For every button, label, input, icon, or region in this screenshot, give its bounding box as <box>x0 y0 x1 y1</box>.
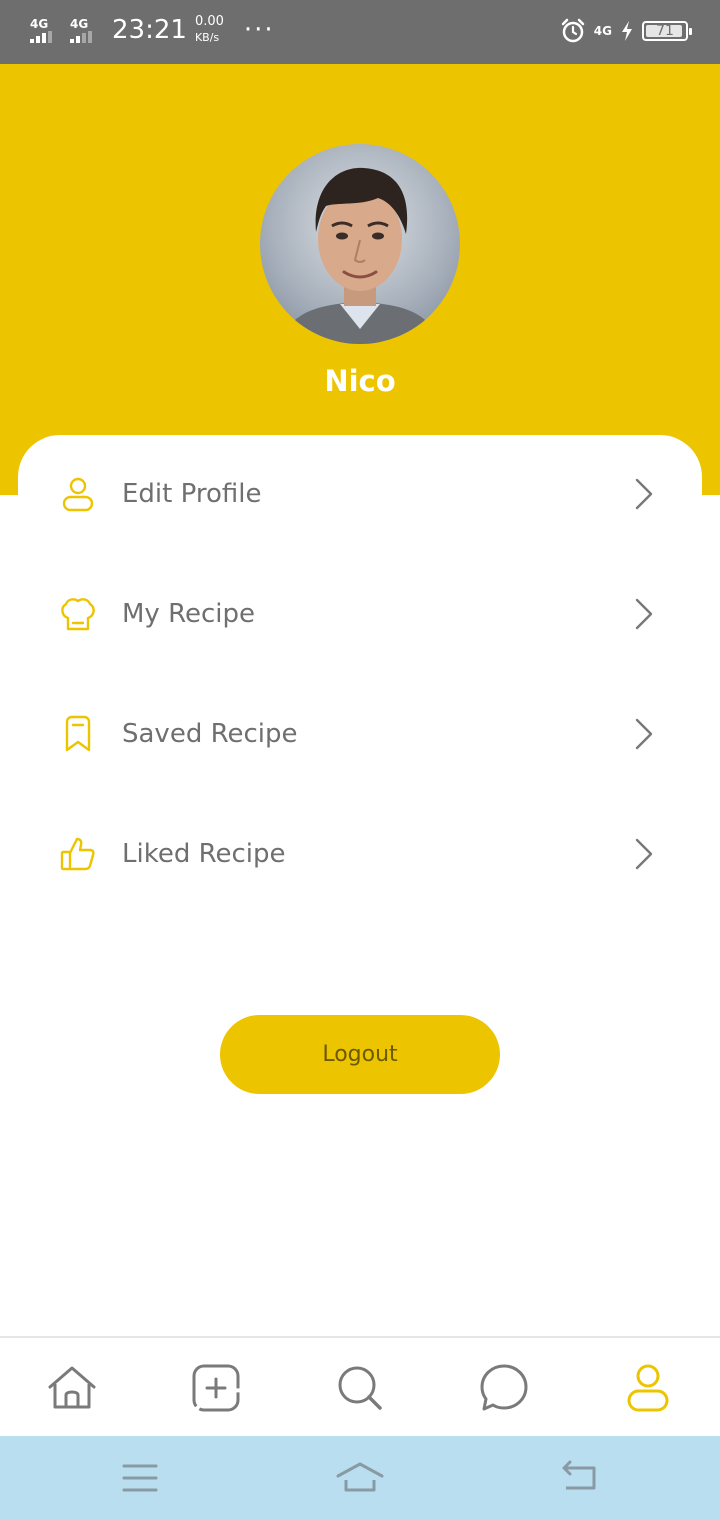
add-icon[interactable] <box>188 1360 244 1416</box>
signal-bars-icon <box>70 30 92 43</box>
menu-item-my-recipe[interactable]: My Recipe <box>18 569 702 659</box>
profile-icon[interactable] <box>620 1360 676 1416</box>
chat-icon[interactable] <box>476 1360 532 1416</box>
home-button-icon[interactable] <box>336 1456 384 1500</box>
bookmark-icon <box>65 715 91 752</box>
user-name: Nico <box>324 364 396 398</box>
profile-menu-card: Edit Profile My Recipe Saved Recipe Like… <box>18 435 702 1335</box>
menu-item-label: Saved Recipe <box>122 719 298 749</box>
menu-item-liked-recipe[interactable]: Liked Recipe <box>18 809 702 899</box>
signal-sim2: 4G <box>70 18 102 43</box>
speed-unit: KB/s <box>194 31 220 44</box>
signal-sim1: 4G <box>30 18 62 43</box>
menu-item-saved-recipe[interactable]: Saved Recipe <box>18 689 702 779</box>
battery-level: 71 <box>656 23 674 39</box>
status-bar: 4G 4G 23:21 0.00 KB/s ··· 4G 71 <box>0 0 720 64</box>
thumbs-up-icon <box>60 837 95 871</box>
sim2-network-label: 4G <box>70 16 89 31</box>
charging-icon <box>622 21 632 41</box>
bottom-navigation <box>0 1336 720 1436</box>
home-icon[interactable] <box>44 1360 100 1416</box>
search-icon[interactable] <box>332 1360 388 1416</box>
speed-value: 0.00 <box>194 14 224 29</box>
mobile-data-label: 4G <box>593 24 612 38</box>
menu-item-edit-profile[interactable]: Edit Profile <box>18 449 702 539</box>
person-icon <box>62 477 94 512</box>
menu-item-label: Liked Recipe <box>122 839 286 869</box>
chef-hat-icon <box>61 598 95 631</box>
chevron-right-icon <box>635 838 653 870</box>
status-time: 23:21 <box>112 15 187 45</box>
more-notifications-icon: ··· <box>243 15 275 45</box>
signal-bars-icon <box>30 30 52 43</box>
chevron-right-icon <box>635 478 653 510</box>
sim1-network-label: 4G <box>30 16 49 31</box>
alarm-icon <box>561 18 585 43</box>
chevron-right-icon <box>635 598 653 630</box>
avatar-photo <box>280 167 440 344</box>
back-icon[interactable] <box>556 1456 604 1500</box>
menu-item-label: Edit Profile <box>122 479 262 509</box>
system-navigation-bar <box>0 1436 720 1520</box>
logout-button[interactable]: Logout <box>220 1015 500 1094</box>
network-speed: 0.00 KB/s <box>195 14 224 46</box>
battery-icon: 71 <box>642 21 692 41</box>
profile-header: Nico <box>0 64 720 495</box>
menu-icon[interactable] <box>116 1456 164 1500</box>
avatar[interactable] <box>260 144 460 344</box>
chevron-right-icon <box>635 718 653 750</box>
menu-item-label: My Recipe <box>122 599 255 629</box>
